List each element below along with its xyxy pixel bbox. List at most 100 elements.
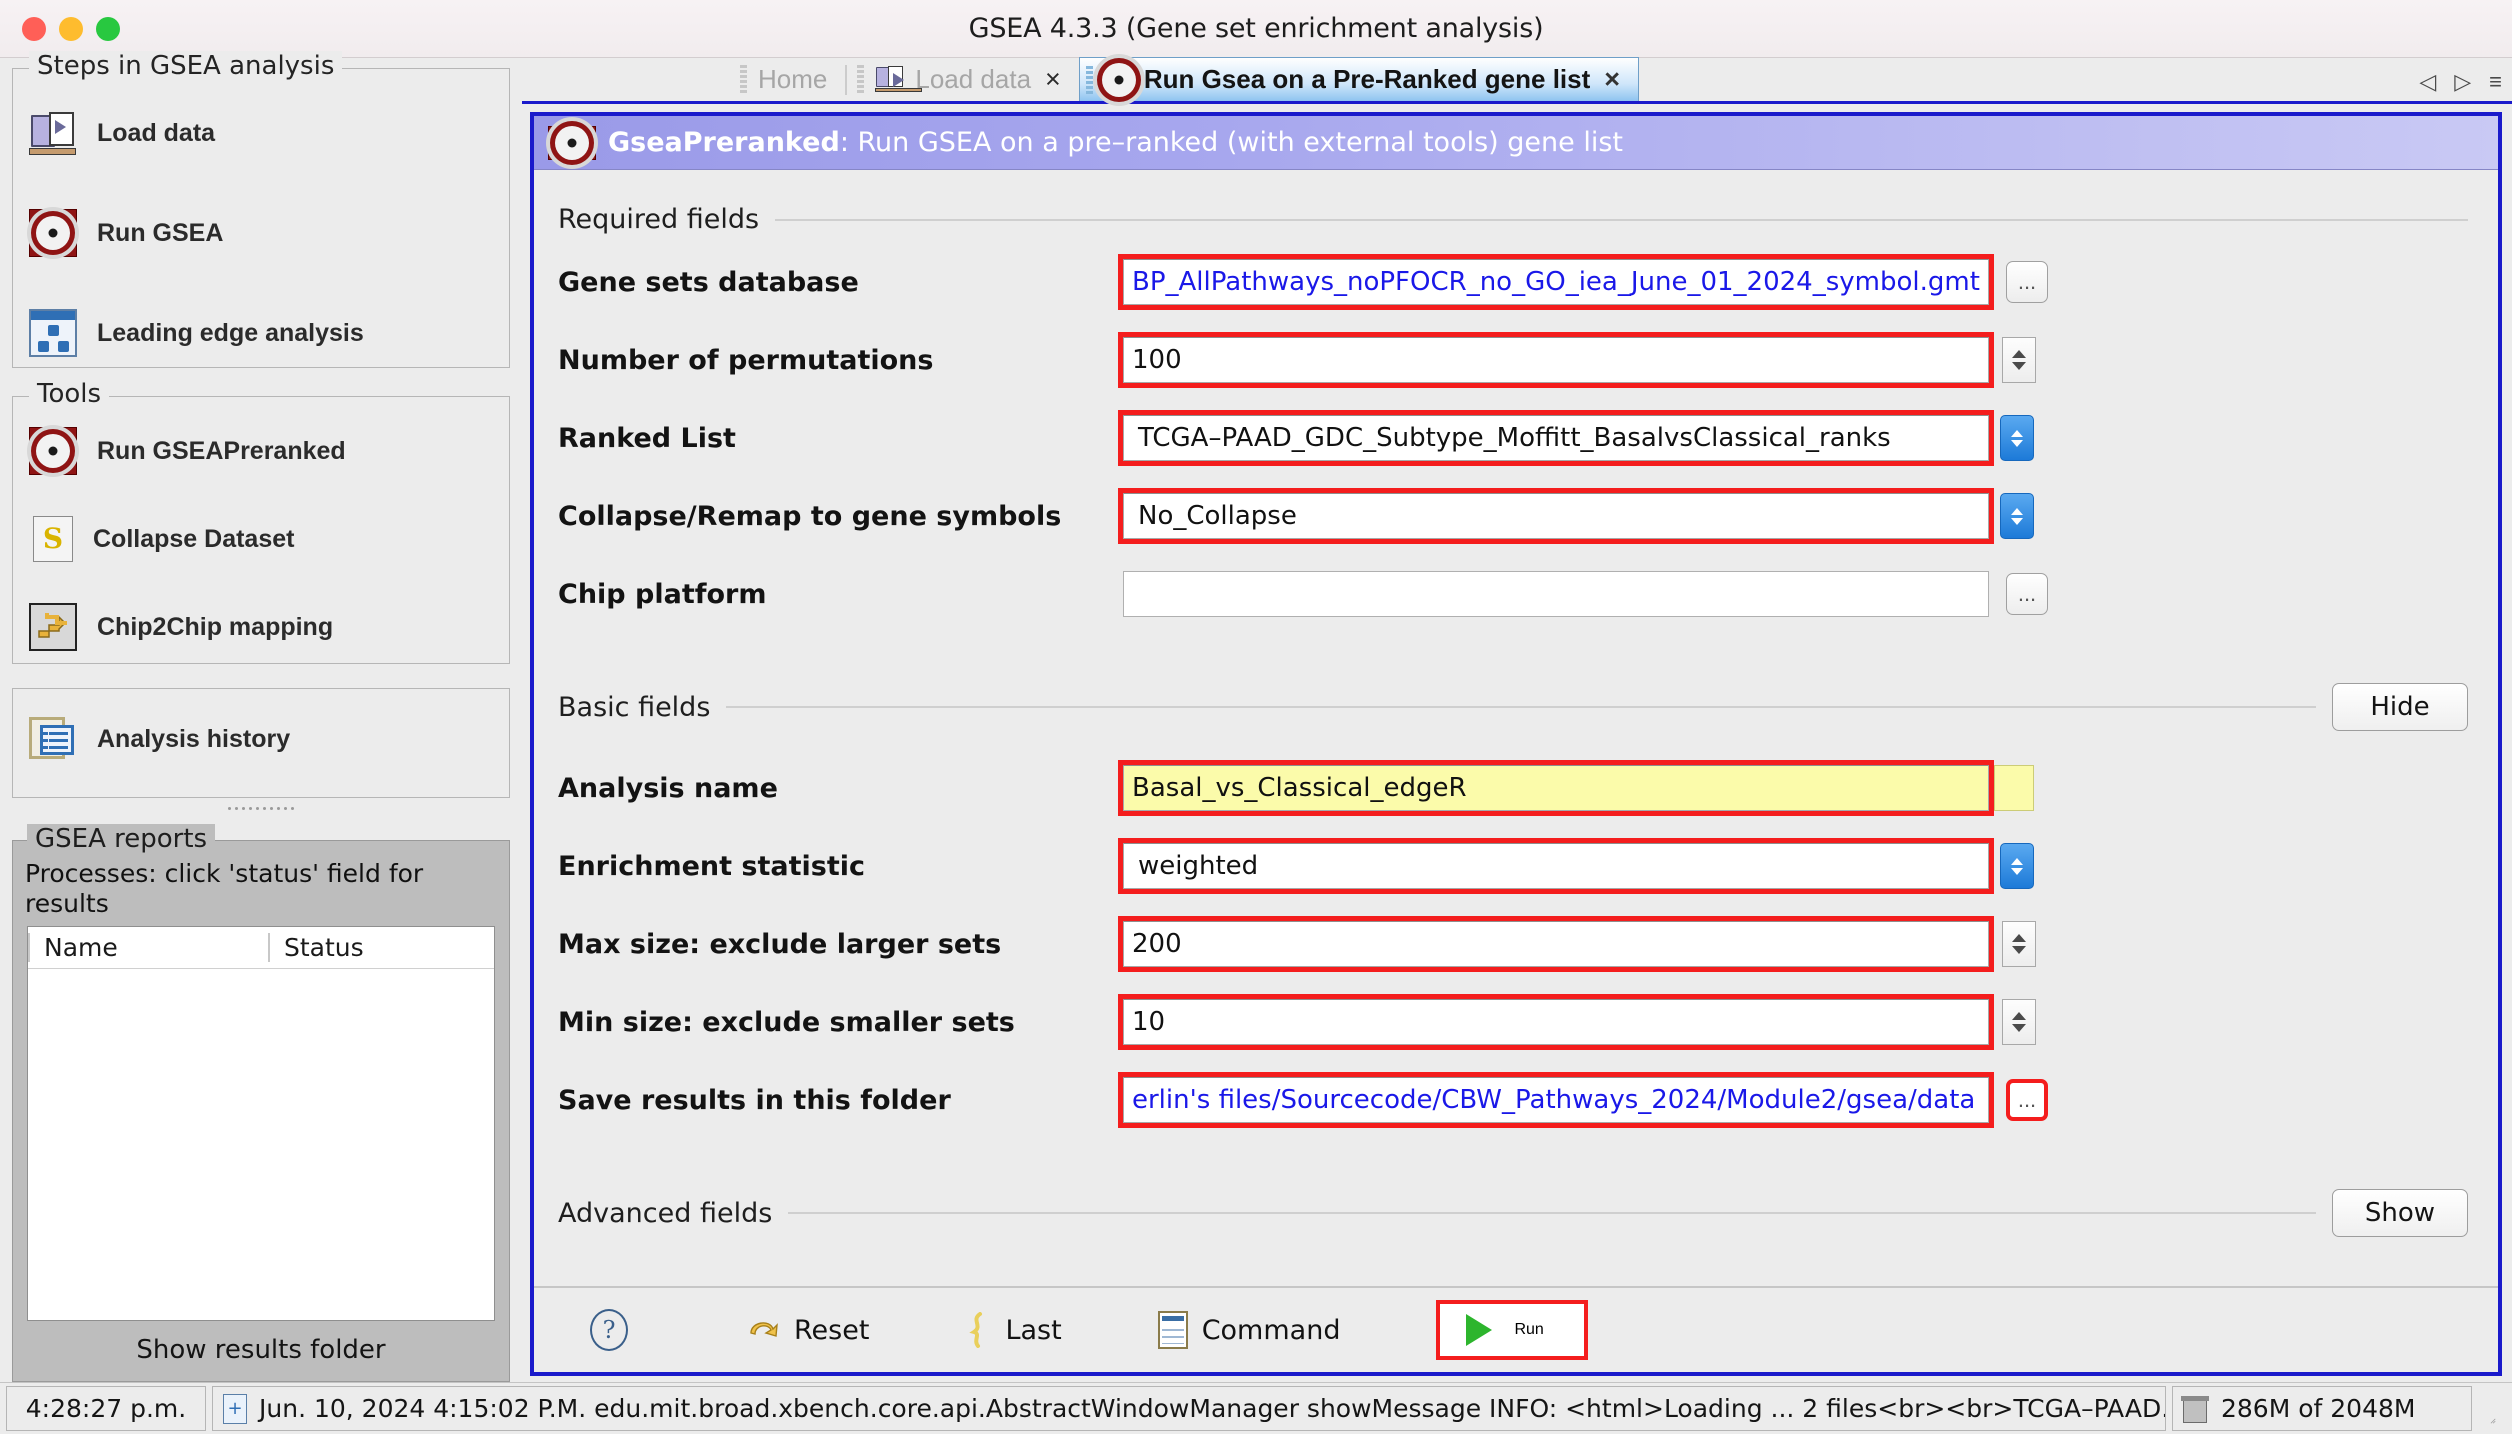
- steps-group: Steps in GSEA analysis Load data Run GSE…: [12, 51, 510, 452]
- hide-basic-fields-button[interactable]: Hide: [2332, 683, 2468, 731]
- status-bar: 4:28:27 p.m. + Jun. 10, 2024 4:15:02 P.M…: [0, 1382, 2512, 1434]
- basic-fields-section: Basic fields Hide Analysis name Basal_vs…: [558, 683, 2474, 1131]
- command-button[interactable]: Command: [1157, 1311, 1340, 1349]
- help-button[interactable]: ?: [590, 1309, 628, 1351]
- sidebar-item-label: Collapse Dataset: [93, 524, 295, 553]
- sidebar-item-label: Chip2Chip mapping: [97, 612, 334, 641]
- gsea-preranked-window: GseaPreranked: Run GSEA on a pre–ranked …: [530, 112, 2502, 1376]
- collapse-remap-chevron-icon[interactable]: [2000, 493, 2034, 539]
- form-header-title: GseaPreranked: Run GSEA on a pre–ranked …: [608, 127, 1623, 158]
- field-label: Number of permutations: [558, 344, 934, 376]
- field-control: TCGA–PAAD_GDC_Subtype_Moffitt_BasalvsCla…: [1118, 410, 2474, 466]
- field-label: Save results in this folder: [558, 1084, 951, 1116]
- section-title: Basic fields: [558, 691, 711, 723]
- form-header-subtitle: : Run GSEA on a pre–ranked (with externa…: [839, 127, 1623, 158]
- status-message-cell[interactable]: + Jun. 10, 2024 4:15:02 P.M. edu.mit.bro…: [212, 1386, 2166, 1431]
- field-control: ...: [1118, 566, 2474, 622]
- save-results-folder-browse-button[interactable]: ...: [2006, 1079, 2048, 1121]
- no-highlight-spacer: [1118, 566, 1994, 622]
- tab-label: Run Gsea on a Pre-Ranked gene list: [1143, 64, 1591, 94]
- highlight-ring: Basal_vs_Classical_edgeR: [1118, 760, 1994, 816]
- window-title: GSEA 4.3.3 (Gene set enrichment analysis…: [968, 13, 1544, 44]
- max-size-stepper[interactable]: [2002, 921, 2036, 967]
- form-button-bar: ? Reset Last Command Run: [534, 1286, 2498, 1372]
- tab-label: Load data: [915, 63, 1032, 94]
- tools-group-title: Tools: [29, 379, 110, 409]
- window-resize-handle[interactable]: [2478, 1386, 2506, 1431]
- sidebar-item-run-gsea[interactable]: Run GSEA: [13, 183, 509, 283]
- enrichment-statistic-select[interactable]: weighted: [1123, 843, 1989, 889]
- reset-icon: [746, 1313, 780, 1347]
- reset-label: Reset: [794, 1314, 870, 1346]
- field-label: Gene sets database: [558, 266, 859, 298]
- tab-close-icon[interactable]: ×: [1041, 64, 1065, 95]
- trash-icon[interactable]: [2181, 1395, 2209, 1423]
- show-advanced-fields-button[interactable]: Show: [2332, 1189, 2468, 1237]
- number-of-permutations-input[interactable]: 100: [1123, 337, 1989, 383]
- sidebar-item-load-data[interactable]: Load data: [13, 83, 509, 183]
- enrichment-statistic-chevron-icon[interactable]: [2000, 843, 2034, 889]
- reset-button[interactable]: Reset: [746, 1313, 869, 1347]
- sidebar-item-chip2chip-mapping[interactable]: Chip2Chip mapping: [13, 583, 509, 671]
- chip-platform-input[interactable]: [1123, 571, 1989, 617]
- highlight-ring: 200: [1118, 916, 1994, 972]
- tab-next-button[interactable]: ▷: [2454, 69, 2471, 95]
- status-clock: 4:28:27 p.m.: [6, 1386, 206, 1431]
- section-title: Advanced fields: [558, 1197, 773, 1229]
- last-button[interactable]: Last: [965, 1312, 1062, 1348]
- max-size-input[interactable]: 200: [1123, 921, 1989, 967]
- field-control: BP_AllPathways_noPFOCR_no_GO_iea_June_01…: [1118, 254, 2474, 310]
- main-area: Home Load data × Run Gsea on a Pre-Ranke…: [522, 57, 2512, 1382]
- run-button[interactable]: Run: [1436, 1300, 1588, 1360]
- analysis-name-input[interactable]: Basal_vs_Classical_edgeR: [1123, 765, 1989, 811]
- advanced-fields-section: Advanced fields Show: [558, 1189, 2474, 1237]
- tab-grip-icon: [740, 65, 748, 93]
- expand-icon[interactable]: +: [223, 1393, 247, 1424]
- sidebar-splitter[interactable]: [0, 802, 522, 814]
- gsea-reports-table[interactable]: Name Status: [27, 926, 495, 1321]
- tab-run-gsea-preranked[interactable]: Run Gsea on a Pre-Ranked gene list ×: [1078, 57, 1640, 101]
- field-chip-platform: Chip platform ...: [558, 563, 2474, 625]
- gene-sets-database-browse-button[interactable]: ...: [2006, 261, 2048, 303]
- sidebar-item-run-gseapreranked[interactable]: Run GSEAPreranked: [13, 407, 509, 495]
- field-label: Chip platform: [558, 578, 767, 610]
- min-size-stepper[interactable]: [2002, 999, 2036, 1045]
- section-title: Required fields: [558, 204, 760, 235]
- sidebar-item-label: Load data: [97, 118, 216, 147]
- gene-sets-database-input[interactable]: BP_AllPathways_noPFOCR_no_GO_iea_June_01…: [1123, 259, 1989, 305]
- tab-grip-icon: [1085, 65, 1094, 94]
- tab-prev-button[interactable]: ◁: [2419, 69, 2436, 95]
- field-label: Max size: exclude larger sets: [558, 928, 1002, 960]
- field-ranked-list: Ranked List TCGA–PAAD_GDC_Subtype_Moffit…: [558, 407, 2474, 469]
- sidebar-item-label: Run GSEAPreranked: [97, 436, 346, 465]
- collapse-remap-select[interactable]: No_Collapse: [1123, 493, 1989, 539]
- ranked-list-chevron-icon[interactable]: [2000, 415, 2034, 461]
- tab-load-data[interactable]: Load data ×: [851, 57, 1078, 101]
- command-icon: [1157, 1311, 1188, 1349]
- tab-navigation: ◁ ▷ ≡: [2419, 69, 2502, 95]
- sidebar-item-leading-edge-analysis[interactable]: Leading edge analysis: [13, 283, 509, 383]
- status-memory-cell[interactable]: 286M of 2048M: [2172, 1386, 2472, 1431]
- tab-home[interactable]: Home: [734, 57, 841, 101]
- min-size-input[interactable]: 10: [1123, 999, 1989, 1045]
- save-results-folder-input[interactable]: erlin's files/Sourcecode/CBW_Pathways_20…: [1123, 1077, 1989, 1123]
- form-header-name: GseaPreranked: [608, 127, 840, 158]
- collapse-dataset-icon: [33, 516, 73, 562]
- chip-platform-browse-button[interactable]: ...: [2006, 573, 2048, 615]
- last-label: Last: [1005, 1314, 1062, 1346]
- number-of-permutations-stepper[interactable]: [2002, 337, 2036, 383]
- status-message: Jun. 10, 2024 4:15:02 P.M. edu.mit.broad…: [259, 1394, 2166, 1423]
- section-divider: [788, 1212, 2316, 1214]
- sidebar-item-analysis-history[interactable]: Analysis history: [13, 689, 509, 781]
- field-label: Min size: exclude smaller sets: [558, 1006, 1015, 1038]
- title-bar: GSEA 4.3.3 (Gene set enrichment analysis…: [0, 0, 2512, 58]
- gear-icon: [548, 125, 596, 160]
- ranked-list-select[interactable]: TCGA–PAAD_GDC_Subtype_Moffitt_BasalvsCla…: [1123, 415, 1989, 461]
- sidebar-item-collapse-dataset[interactable]: Collapse Dataset: [13, 495, 509, 583]
- tab-close-icon[interactable]: ×: [1600, 64, 1624, 95]
- column-header-status[interactable]: Status: [268, 933, 364, 962]
- column-header-name[interactable]: Name: [28, 933, 268, 962]
- field-label: Enrichment statistic: [558, 850, 866, 882]
- show-results-folder-button[interactable]: Show results folder: [13, 1321, 509, 1381]
- tab-list-button[interactable]: ≡: [2489, 69, 2502, 95]
